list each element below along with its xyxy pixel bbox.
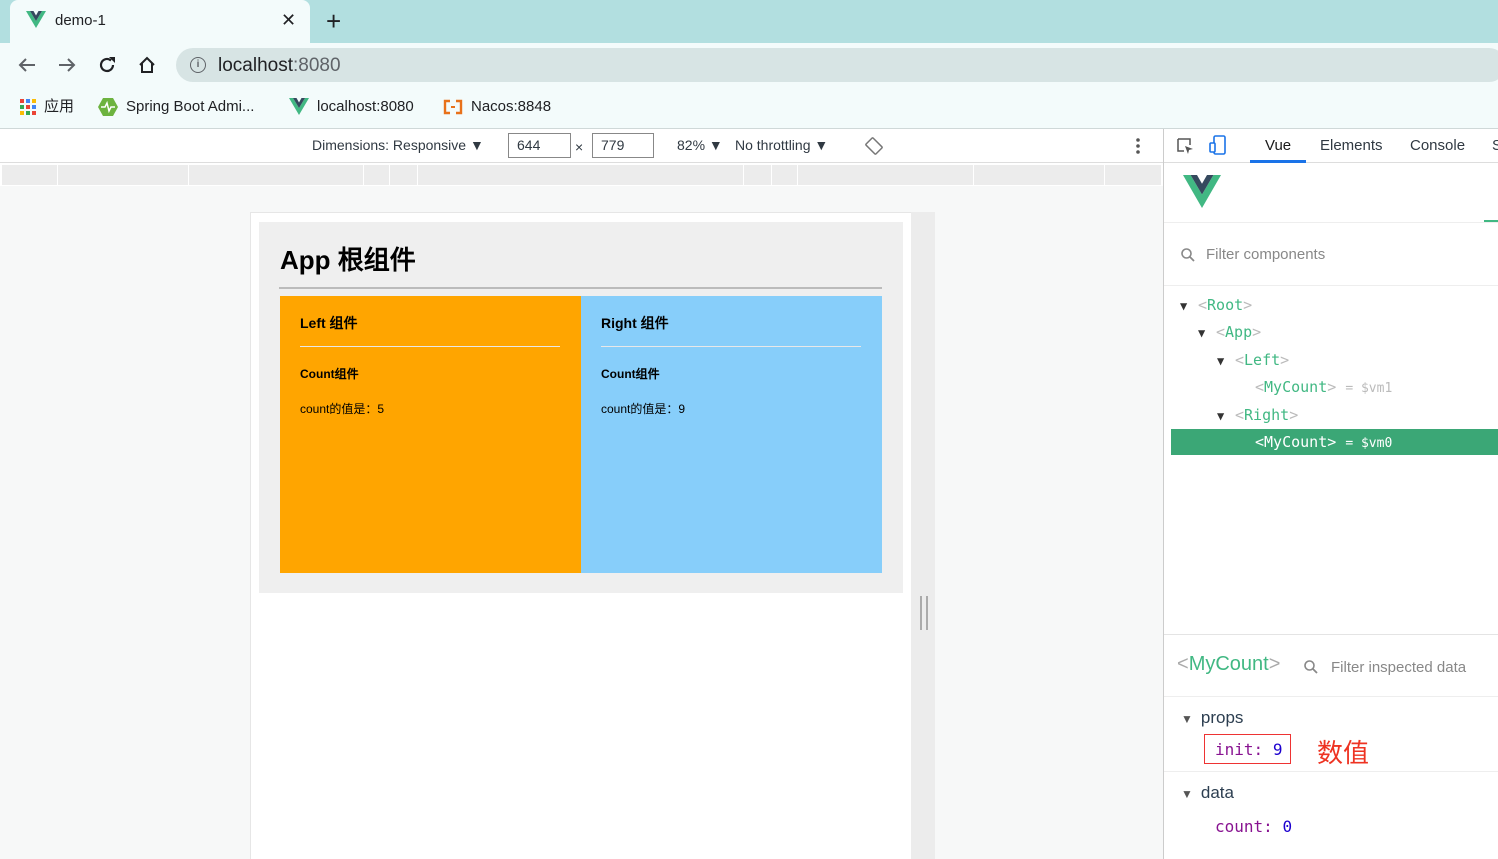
search-icon: [1304, 660, 1318, 674]
expand-icon[interactable]: ▼: [1217, 348, 1235, 374]
bookmark-label: localhost:8080: [317, 98, 414, 115]
browser-tab[interactable]: demo-1 ✕: [10, 0, 310, 43]
app-divider: [279, 287, 882, 289]
header-accent: [1484, 220, 1498, 222]
tree-node-root[interactable]: ▼ <Root>: [1180, 292, 1252, 318]
reload-icon[interactable]: [97, 55, 117, 75]
spring-boot-admin-icon: [98, 98, 118, 117]
width-input[interactable]: 644: [508, 133, 571, 158]
prop-init: init: 9: [1215, 740, 1283, 759]
dimensions-select[interactable]: Dimensions: Responsive ▼: [312, 137, 484, 153]
right-component: Right 组件 Count组件 count的值是：9: [581, 296, 882, 573]
media-query-ruler[interactable]: [2, 165, 1161, 185]
address-bar[interactable]: i localhost:8080: [176, 48, 1498, 82]
nacos-icon: [443, 99, 463, 115]
tab-sources[interactable]: S: [1492, 137, 1498, 154]
tab-close-icon[interactable]: ✕: [281, 10, 296, 31]
tree-node-mycount-right-selected[interactable]: <MyCount> = $vm0: [1171, 429, 1498, 455]
url-text[interactable]: localhost:8080: [218, 55, 341, 77]
device-toolbar: Dimensions: Responsive ▼ 644 × 779 82% ▼…: [0, 129, 1163, 163]
component-filter[interactable]: Filter components: [1164, 224, 1498, 286]
tree-node-mycount-left[interactable]: <MyCount> = $vm1: [1255, 374, 1392, 400]
inspect-element-icon[interactable]: [1176, 137, 1194, 155]
inspector-header: <MyCount> Filter inspected data: [1164, 635, 1498, 697]
bookmarks-bar: 应用 Spring Boot Admi... localhost:8080 Na…: [0, 87, 1498, 129]
collapse-icon[interactable]: ▼: [1181, 787, 1193, 801]
bookmark-label: Nacos:8848: [471, 98, 552, 115]
more-options-icon[interactable]: [1134, 137, 1142, 155]
expand-icon[interactable]: ▼: [1217, 403, 1235, 429]
section-divider: [1164, 771, 1498, 772]
tree-node-app[interactable]: ▼ <App>: [1198, 319, 1261, 345]
left-title: Left 组件: [300, 315, 358, 331]
tab-strip: demo-1 ✕ +: [0, 0, 1498, 43]
tab-title: demo-1: [55, 12, 106, 29]
new-tab-button[interactable]: +: [326, 6, 341, 36]
bookmark-label: 应用: [44, 98, 75, 115]
vue-devtools-header: [1164, 163, 1498, 223]
vue-logo-icon: [289, 98, 309, 116]
left-count-value: count的值是：5: [300, 402, 385, 416]
inspected-component-name: <MyCount>: [1177, 653, 1281, 675]
tree-node-left[interactable]: ▼ <Left>: [1217, 347, 1289, 373]
height-input[interactable]: 779: [592, 133, 654, 158]
tab-elements[interactable]: Elements: [1320, 137, 1383, 154]
rotate-icon[interactable]: [865, 137, 883, 155]
app-title: App 根组件: [280, 245, 416, 275]
vue-logo-icon: [26, 11, 46, 28]
search-icon: [1181, 248, 1195, 262]
props-section-toggle[interactable]: ▼ props: [1181, 708, 1243, 728]
resize-handle[interactable]: [920, 596, 928, 630]
vue-logo-icon: [1183, 175, 1221, 208]
browser-toolbar: i localhost:8080: [0, 43, 1498, 87]
throttling-select[interactable]: No throttling ▼: [735, 137, 828, 153]
bookmark-apps[interactable]: 应用: [20, 97, 74, 117]
right-title: Right 组件: [601, 315, 669, 331]
devtools-tabs: Vue Elements Console S: [1164, 129, 1498, 163]
data-section-toggle[interactable]: ▼ data: [1181, 783, 1234, 803]
data-count: count: 0: [1215, 817, 1293, 836]
site-info-icon[interactable]: i: [190, 57, 206, 73]
expand-icon[interactable]: ▼: [1180, 293, 1198, 319]
annotation-label: 数值: [1317, 738, 1370, 768]
tree-node-right[interactable]: ▼ <Right>: [1217, 402, 1298, 428]
left-divider: [300, 346, 560, 347]
left-count-title: Count组件: [300, 367, 359, 381]
home-icon[interactable]: [137, 55, 157, 75]
left-component: Left 组件 Count组件 count的值是：5: [280, 296, 581, 573]
bookmark-spring-boot-admin[interactable]: Spring Boot Admi...: [98, 97, 254, 117]
collapse-icon[interactable]: ▼: [1181, 712, 1193, 726]
filter-inspected-data-input[interactable]: Filter inspected data: [1331, 659, 1466, 676]
expand-icon[interactable]: ▼: [1198, 320, 1216, 346]
dimension-separator: ×: [575, 139, 584, 155]
page-resize-area: [911, 212, 935, 859]
device-toggle-icon[interactable]: [1209, 135, 1227, 155]
right-divider: [601, 346, 861, 347]
right-count-value: count的值是：9: [601, 402, 686, 416]
forward-icon[interactable]: [57, 55, 77, 75]
tab-vue[interactable]: Vue: [1265, 137, 1291, 154]
zoom-select[interactable]: 82% ▼: [677, 137, 723, 153]
apps-grid-icon: [20, 99, 36, 116]
app-root-component: App 根组件 Left 组件 Count组件 count的值是：5 Right…: [259, 222, 903, 593]
tab-console[interactable]: Console: [1410, 137, 1465, 154]
filter-components-input[interactable]: Filter components: [1206, 246, 1325, 263]
right-count-title: Count组件: [601, 367, 660, 381]
back-icon[interactable]: [17, 55, 37, 75]
bookmark-label: Spring Boot Admi...: [126, 98, 255, 115]
bookmark-nacos[interactable]: Nacos:8848: [443, 97, 551, 117]
bookmark-localhost[interactable]: localhost:8080: [289, 97, 414, 117]
